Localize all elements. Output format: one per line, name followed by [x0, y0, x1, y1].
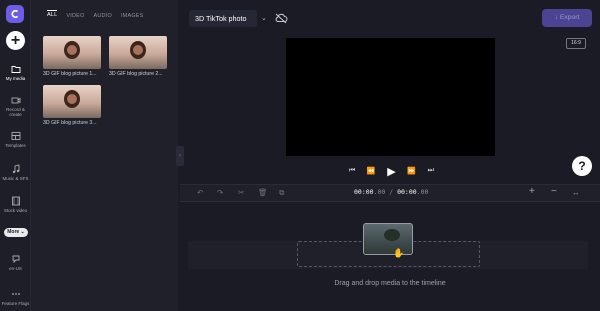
more-button[interactable]: More ⌄: [4, 228, 28, 237]
media-tabs: ALL VIDEO AUDIO IMAGES: [47, 10, 144, 19]
templates-icon: [11, 132, 20, 140]
skip-forward-icon[interactable]: ⏭: [428, 167, 434, 175]
rail-item-templates[interactable]: Templates: [0, 131, 31, 148]
cloud-sync-icon: [275, 13, 288, 24]
dragged-media-clip[interactable]: [363, 223, 413, 255]
media-thumbnail: [43, 85, 101, 118]
fit-timeline-icon[interactable]: ↔: [572, 188, 580, 197]
time-current: 00:00: [354, 188, 374, 196]
film-icon: [11, 196, 20, 206]
trash-icon[interactable]: 🗑: [258, 188, 268, 197]
undo-icon[interactable]: ↶: [197, 188, 203, 197]
media-caption: 3D GIF blog picture 3...: [43, 120, 97, 126]
rail-label: Stock video: [3, 208, 28, 213]
time-total: 00:00: [397, 188, 417, 196]
media-thumbnail: [109, 36, 167, 69]
play-icon[interactable]: ▶: [387, 165, 395, 178]
more-label: More: [7, 229, 20, 235]
grab-cursor-icon: ✋: [393, 248, 405, 258]
left-rail: + My media Record & create Templates Mus…: [0, 0, 31, 311]
playback-controls: ⏮ ⏪ ▶ ⏩ ⏭: [349, 164, 434, 178]
time-separator: /: [389, 188, 394, 196]
folder-icon: [11, 66, 20, 73]
rail-item-record-create[interactable]: Record & create: [0, 95, 31, 117]
tab-audio[interactable]: AUDIO: [94, 13, 112, 19]
create-new-button[interactable]: +: [6, 31, 25, 50]
dots-icon: [11, 293, 20, 295]
rail-item-my-media[interactable]: My media: [0, 64, 31, 81]
app-window: + My media Record & create Templates Mus…: [0, 0, 600, 311]
rail-item-music-sfx[interactable]: Music & SFX: [0, 164, 31, 181]
export-button[interactable]: ↓ Export: [542, 9, 592, 27]
chevron-down-icon[interactable]: ⌄: [261, 14, 267, 22]
rewind-icon[interactable]: ⏪: [367, 167, 376, 175]
zoom-out-icon[interactable]: −: [551, 186, 557, 197]
aspect-ratio-button[interactable]: 16:9: [566, 38, 586, 49]
tab-images[interactable]: IMAGES: [121, 13, 144, 19]
time-total-ms: .00: [416, 188, 429, 196]
collapse-panel-button[interactable]: ‹: [176, 146, 184, 166]
logo-icon: [11, 9, 19, 19]
tab-all[interactable]: ALL: [47, 10, 58, 19]
video-preview[interactable]: [286, 38, 495, 156]
media-caption: 3D GIF blog picture 2...: [109, 71, 163, 77]
rail-label: My media: [5, 76, 26, 81]
export-label: Export: [559, 14, 580, 21]
rail-label: Feature Flags: [1, 301, 30, 306]
media-item[interactable]: 3D GIF blog picture 1...: [43, 36, 101, 80]
clipchamp-logo[interactable]: [6, 5, 24, 23]
time-current-ms: .00: [373, 188, 386, 196]
rail-item-language[interactable]: en-US: [0, 254, 31, 271]
media-thumbnail: [43, 36, 101, 69]
timeline-hint: Drag and drop media to the timeline: [334, 280, 446, 287]
media-caption: 3D GIF blog picture 1...: [43, 71, 97, 77]
media-item[interactable]: 3D GIF blog picture 3...: [43, 85, 101, 129]
project-title-input[interactable]: 3D TikTok photo: [189, 10, 257, 27]
zoom-in-icon[interactable]: +: [529, 186, 535, 197]
language-icon: [12, 255, 19, 264]
tab-video[interactable]: VIDEO: [66, 13, 84, 19]
rail-item-feature-flags[interactable]: Feature Flags: [0, 289, 31, 306]
skip-back-icon[interactable]: ⏮: [349, 167, 355, 175]
media-item[interactable]: 3D GIF blog picture 2...: [109, 36, 167, 80]
rail-item-stock-video[interactable]: Stock video: [0, 196, 31, 213]
music-icon: [12, 164, 19, 174]
rail-label: en-US: [9, 266, 22, 271]
rail-label: Templates: [5, 143, 26, 148]
media-panel: ALL VIDEO AUDIO IMAGES 3D GIF blog pictu…: [31, 0, 178, 311]
help-button[interactable]: ?: [572, 156, 592, 176]
scissors-icon[interactable]: ✂: [238, 188, 244, 197]
camera-icon: [11, 97, 20, 104]
fast-forward-icon[interactable]: ⏩: [407, 167, 416, 175]
duplicate-icon[interactable]: ⧉: [279, 188, 284, 198]
timecode: 00:00.00 / 00:00.00: [354, 188, 428, 196]
rail-label: Record & create: [6, 107, 25, 117]
rail-label: Music & SFX: [2, 176, 29, 181]
redo-icon[interactable]: ↷: [217, 188, 223, 197]
